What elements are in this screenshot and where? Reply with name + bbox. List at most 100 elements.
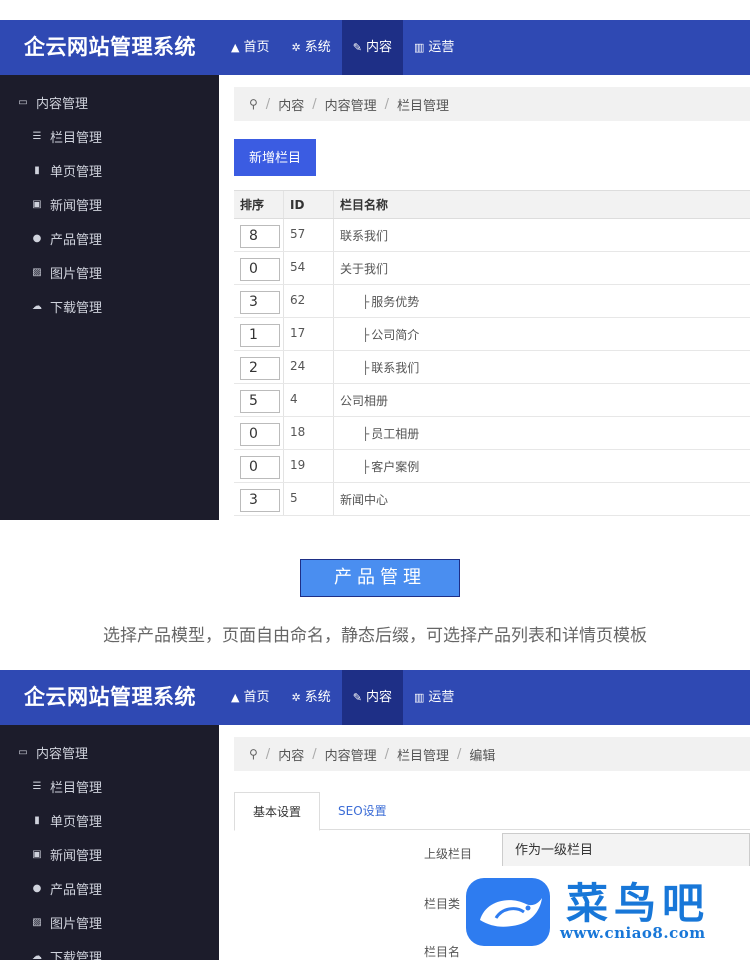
main-nav: ▲ 首页 ✲ 系统 ✎ 内容 ▥ 运营 <box>220 670 465 725</box>
column-id: 19 <box>290 458 306 472</box>
breadcrumb-separator: / <box>457 746 462 762</box>
column-id: 5 <box>290 491 298 505</box>
sort-order-input[interactable]: 2 <box>240 357 280 380</box>
sidebar-item-label: 单页管理 <box>50 165 103 180</box>
breadcrumb-separator: / <box>265 746 271 762</box>
bird-logo-icon <box>466 878 550 946</box>
sidebar-item-news[interactable]: ▣ 新闻管理 <box>30 195 102 214</box>
sort-cell: 0 <box>234 450 284 482</box>
column-name[interactable]: 员工相册 <box>371 427 419 441</box>
nav-system[interactable]: ✲ 系统 <box>280 670 341 725</box>
sort-order-input[interactable]: 0 <box>240 456 280 479</box>
map-pin-icon: ⚲ <box>249 97 258 111</box>
sort-cell: 0 <box>234 252 284 284</box>
nav-label: 内容 <box>365 40 392 55</box>
sidebar-item-columns[interactable]: ☰ 栏目管理 <box>30 127 103 146</box>
bar-chart-icon: ▥ <box>413 41 425 54</box>
column-name-wrap: ├ 服务优势 <box>340 285 419 310</box>
tree-branch-icon: ├ <box>362 361 370 375</box>
tab-seo-settings[interactable]: SEO设置 <box>320 792 405 830</box>
id-cell: 19 <box>284 450 334 482</box>
sidebar-item-images[interactable]: ▨ 图片管理 <box>30 263 102 282</box>
cloud-download-icon: ☁ <box>32 301 42 312</box>
column-name[interactable]: 关于我们 <box>340 262 388 276</box>
parent-column-label: 上级栏目 <box>424 847 473 861</box>
id-cell: 18 <box>284 417 334 449</box>
sort-cell: 1 <box>234 318 284 350</box>
column-name[interactable]: 新闻中心 <box>340 493 388 507</box>
sidebar-item-label: 图片管理 <box>50 267 103 282</box>
sort-order-input[interactable]: 0 <box>240 258 280 281</box>
breadcrumb-item: 编辑 <box>469 748 496 764</box>
column-id: 17 <box>290 326 306 340</box>
column-name[interactable]: 公司相册 <box>340 394 388 408</box>
sort-order-input[interactable]: 3 <box>240 489 280 512</box>
sort-order-input[interactable]: 0 <box>240 423 280 446</box>
column-name[interactable]: 联系我们 <box>340 229 388 243</box>
top-navbar: 企云网站管理系统 ▲ 首页 ✲ 系统 ✎ 内容 ▥ 运营 <box>0 670 750 725</box>
name-cell: ├ 服务优势 <box>334 285 750 317</box>
nav-home[interactable]: ▲ 首页 <box>220 20 280 75</box>
parent-column-select[interactable]: 作为一级栏目 <box>502 833 750 868</box>
sort-order-input[interactable]: 1 <box>240 324 280 347</box>
sidebar-item-images[interactable]: ▨ 图片管理 <box>30 913 102 932</box>
column-id: 24 <box>290 359 306 373</box>
nav-operations[interactable]: ▥ 运营 <box>403 20 465 75</box>
sidebar-item-pages[interactable]: ▮ 单页管理 <box>30 811 102 830</box>
breadcrumb-item[interactable]: 内容 <box>278 95 304 114</box>
table-row: 1 17 ├ 公司简介 <box>234 318 750 351</box>
nav-home[interactable]: ▲ 首页 <box>220 670 280 725</box>
sidebar-item-label: 图片管理 <box>50 917 103 932</box>
sidebar-item-downloads[interactable]: ☁ 下载管理 <box>30 947 102 960</box>
sidebar-item-label: 单页管理 <box>50 815 103 830</box>
breadcrumb-item[interactable]: 内容管理 <box>325 95 377 114</box>
edit-icon: ✎ <box>352 41 362 54</box>
sidebar-item-columns[interactable]: ☰ 栏目管理 <box>30 777 103 796</box>
sidebar-group-content[interactable]: ▭ 内容管理 <box>16 743 88 762</box>
nav-operations[interactable]: ▥ 运营 <box>403 670 465 725</box>
column-type-label: 栏目类 <box>424 897 461 911</box>
sidebar-item-downloads[interactable]: ☁ 下载管理 <box>30 297 102 316</box>
column-name-wrap: ├ 联系我们 <box>340 351 419 376</box>
add-column-button[interactable]: 新增栏目 <box>234 139 316 176</box>
column-table: 排序 ID 栏目名称 8 57 联系我们 0 54 关于我们 3 62 ├ 服务优势 1 17 ├ 公司简… <box>234 190 750 516</box>
nav-label: 运营 <box>428 690 455 705</box>
column-name-label: 栏目名 <box>424 945 461 959</box>
tree-branch-icon: ├ <box>362 460 370 474</box>
column-name-wrap: ├ 公司简介 <box>340 318 419 343</box>
name-cell: 联系我们 <box>334 219 750 251</box>
nav-content[interactable]: ✎ 内容 <box>341 20 403 75</box>
column-name[interactable]: 服务优势 <box>371 295 419 309</box>
table-row: 3 62 ├ 服务优势 <box>234 285 750 318</box>
breadcrumb: ⚲ / 内容 / 内容管理 / 栏目管理 <box>234 87 750 121</box>
id-cell: 5 <box>284 483 334 515</box>
breadcrumb-item[interactable]: 内容 <box>278 745 304 764</box>
breadcrumb-item[interactable]: 内容管理 <box>325 745 377 764</box>
sort-order-input[interactable]: 5 <box>240 390 280 413</box>
sidebar-item-products[interactable]: ● 产品管理 <box>30 229 102 248</box>
column-name[interactable]: 公司简介 <box>371 328 419 342</box>
column-id: 18 <box>290 425 306 439</box>
sidebar-group-content[interactable]: ▭ 内容管理 <box>16 93 88 112</box>
tab-basic-settings[interactable]: 基本设置 <box>234 792 321 831</box>
product-icon: ● <box>32 883 42 894</box>
column-name[interactable]: 客户案例 <box>371 460 419 474</box>
sidebar-group-label: 内容管理 <box>36 97 89 112</box>
nav-system[interactable]: ✲ 系统 <box>280 20 341 75</box>
column-name[interactable]: 联系我们 <box>371 361 419 375</box>
nav-content[interactable]: ✎ 内容 <box>341 670 403 725</box>
sidebar-item-products[interactable]: ● 产品管理 <box>30 879 102 898</box>
column-id: 4 <box>290 392 298 406</box>
table-row: 2 24 ├ 联系我们 <box>234 351 750 384</box>
sort-order-input[interactable]: 3 <box>240 291 280 314</box>
home-icon: ▲ <box>231 691 240 704</box>
sort-order-input[interactable]: 8 <box>240 225 280 248</box>
id-cell: 4 <box>284 384 334 416</box>
sidebar-item-news[interactable]: ▣ 新闻管理 <box>30 845 102 864</box>
sidebar-item-pages[interactable]: ▮ 单页管理 <box>30 161 102 180</box>
id-cell: 62 <box>284 285 334 317</box>
nav-label: 首页 <box>243 40 270 55</box>
breadcrumb: ⚲ / 内容 / 内容管理 / 栏目管理 / 编辑 <box>234 737 750 771</box>
watermark-logo: 菜鸟吧 www.cniao8.com <box>466 866 750 948</box>
breadcrumb-item[interactable]: 栏目管理 <box>397 745 449 764</box>
